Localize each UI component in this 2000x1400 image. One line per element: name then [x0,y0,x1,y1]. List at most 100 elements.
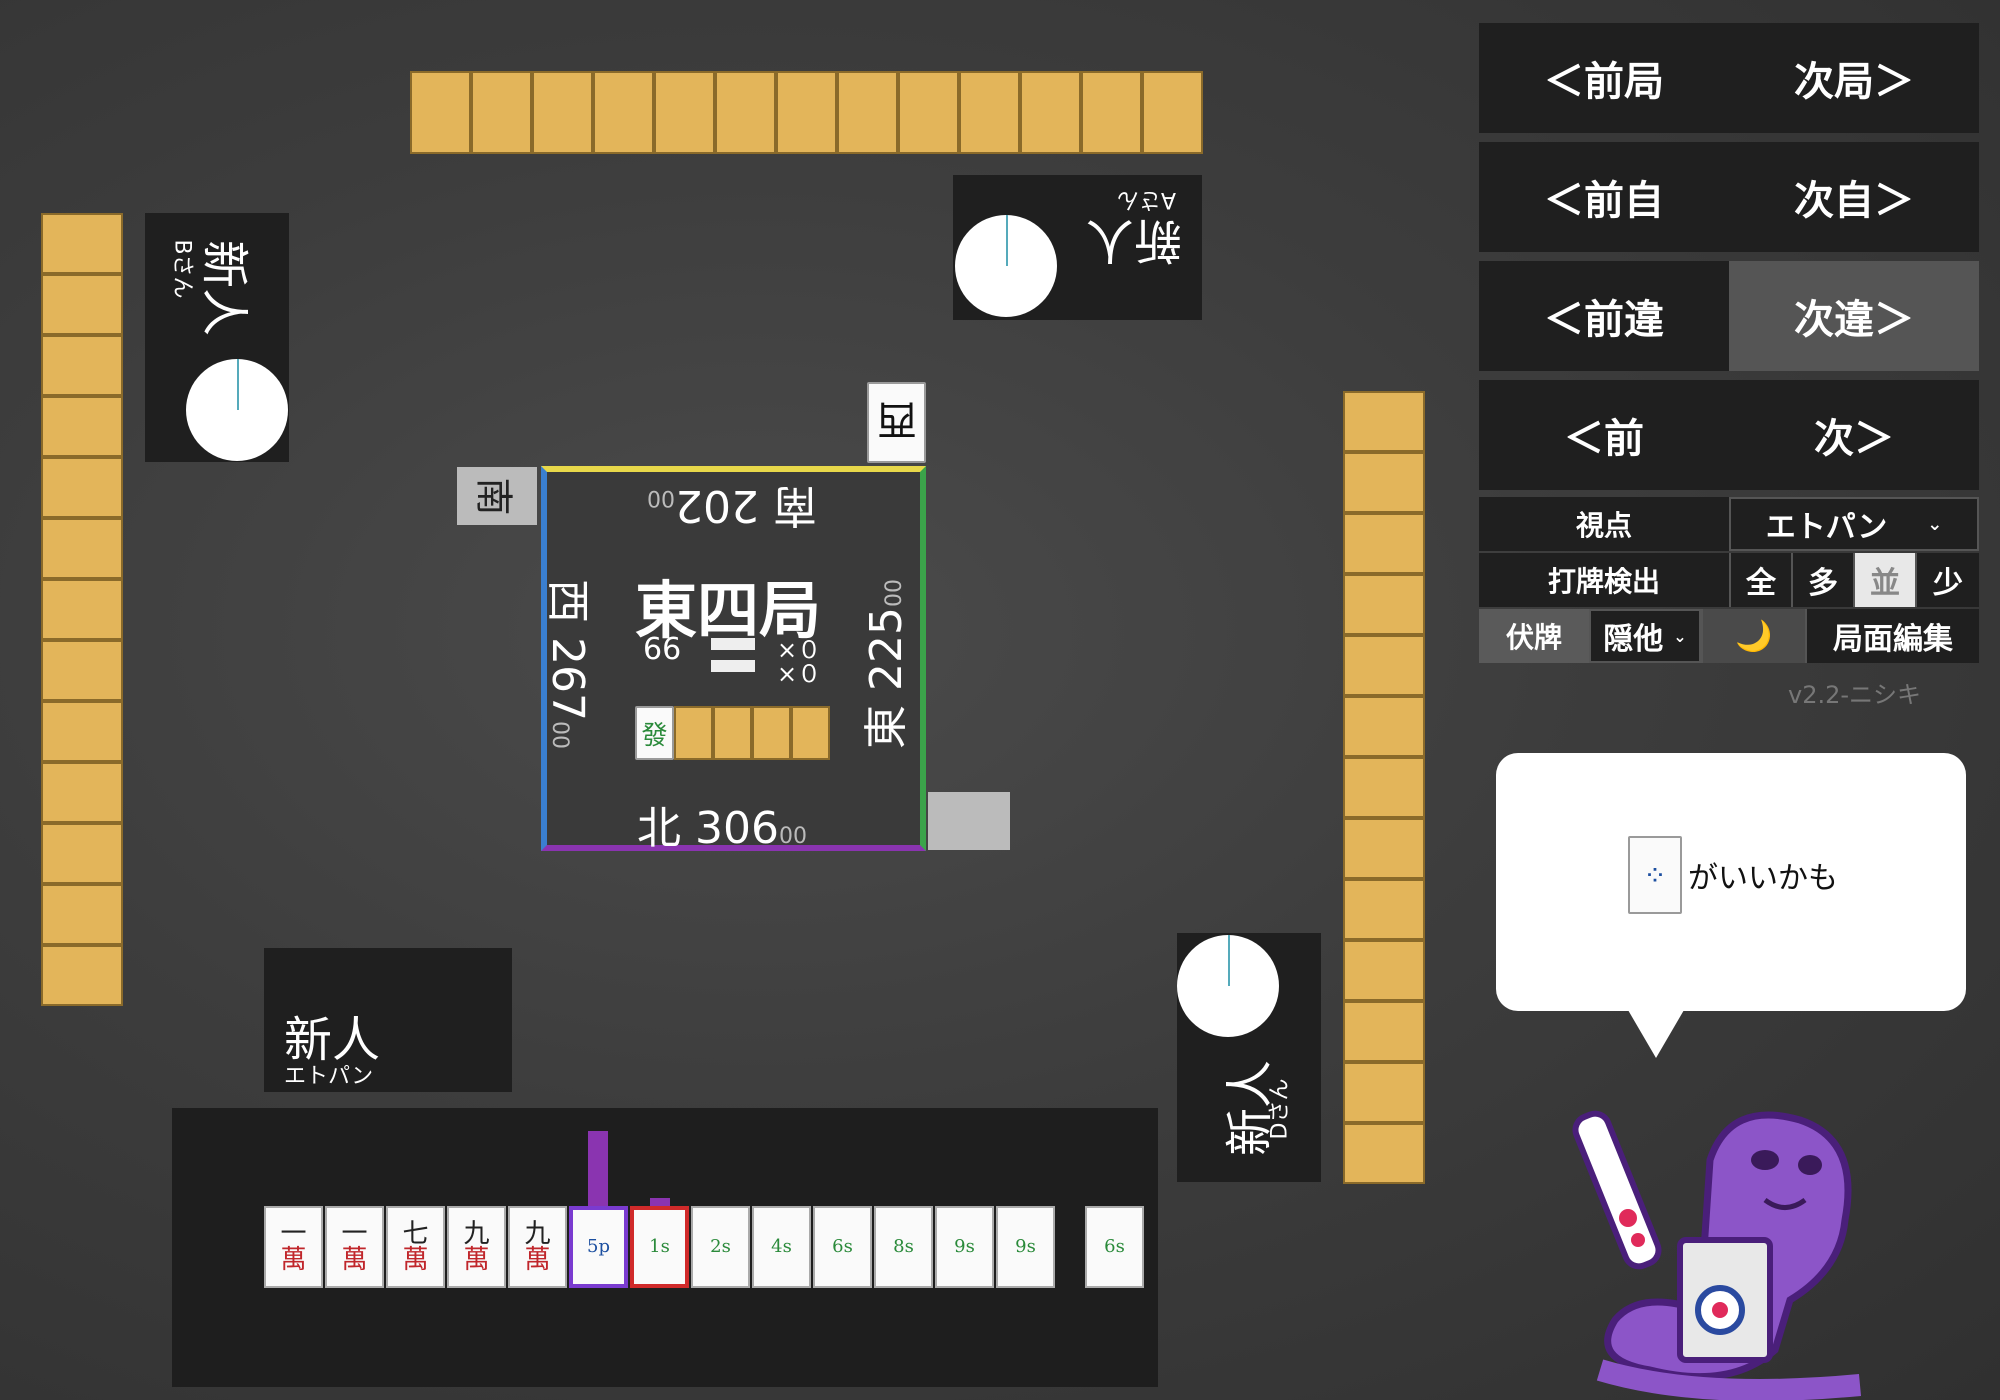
wall-tile [776,71,837,154]
wall-tile [654,71,715,154]
wall-tile [1343,879,1425,940]
wall-tile [41,762,123,823]
round-nav: ＜前局 次局＞ [1479,23,1979,133]
moon-icon[interactable]: 🌙 [1701,609,1805,663]
wall-tile [532,71,593,154]
detect-option-many[interactable]: 多 [1791,553,1853,607]
wall-tile [715,71,776,154]
dealer-indicator [928,792,1010,850]
player-top-timer [955,215,1057,317]
hand-tile[interactable]: 一萬 [264,1206,323,1288]
score-south: 南 20200 [647,480,817,531]
dead-wall-tile [713,706,752,760]
hand-tile[interactable]: 一萬 [325,1206,384,1288]
player-hand: 一萬一萬七萬九萬九萬 5p 1s 2s 4s 6s 8s 9s 9s [264,1206,1057,1288]
drawn-tile[interactable]: 6s [1085,1206,1144,1288]
wall-tile [1343,391,1425,452]
hand-tile[interactable]: 6s [813,1206,872,1288]
wall-tile [1343,940,1425,1001]
prev-button[interactable]: ＜前 [1479,380,1729,490]
wall-tile [1343,635,1425,696]
discard-pointer [588,1131,608,1207]
hand-tile[interactable]: 九萬 [508,1206,567,1288]
detect-label: 打牌検出 [1479,553,1729,607]
player-left-panel: 新人 Bさん [145,213,289,462]
player-top-name: 新人 [1085,212,1182,268]
detect-option-all[interactable]: 全 [1729,553,1791,607]
score-east: 東 22500 [860,579,912,749]
hand-tile[interactable]: 七萬 [386,1206,445,1288]
right-wall [1343,391,1425,1184]
remaining-count: 66 [643,632,682,667]
player-left-name: 新人 [196,239,253,337]
next-round-button[interactable]: 次局＞ [1729,23,1979,133]
hand-tile[interactable]: 9s [996,1206,1055,1288]
hidden-select[interactable]: 隠他 ⌄ [1589,609,1701,663]
wall-tile [1343,696,1425,757]
pin-5-icon: ⁘ [1643,858,1667,892]
player-top-panel: 新人 Aさん [953,175,1202,320]
wall-tile [1343,513,1425,574]
riichi-stick-icon [711,660,755,672]
prev-diff-button[interactable]: ＜前違 [1479,261,1729,371]
wall-tile [1343,1062,1425,1123]
wall-tile [593,71,654,154]
top-seat-marker: 西 [867,382,926,463]
hand-tile[interactable]: 5p [569,1206,628,1288]
step-nav: ＜前 次＞ [1479,380,1979,490]
player-top-sub: Aさん [1116,187,1176,212]
dora-tile: 發 [635,706,674,760]
wall-tile [41,457,123,518]
detect-option-few[interactable]: 少 [1915,553,1979,607]
wall-tile [898,71,959,154]
hand-tile[interactable]: 2s [691,1206,750,1288]
hand-tile[interactable]: 8s [874,1206,933,1288]
hand-tile[interactable]: 九萬 [447,1206,506,1288]
hand-tile[interactable]: 1s [630,1206,689,1288]
player-right-sub: Dさん [1267,1078,1293,1140]
top-wall [410,71,1203,154]
advice-bubble-tail [1628,1010,1684,1058]
hand-tile[interactable]: 4s [752,1206,811,1288]
wall-tile [1020,71,1081,154]
wall-tile [41,823,123,884]
wall-tile [41,640,123,701]
viewpoint-row: 視点 エトパン ⌄ [1479,497,1979,551]
wall-tile [41,884,123,945]
viewpoint-select[interactable]: エトパン ⌄ [1729,497,1979,551]
player-right-panel: 新人 Dさん [1177,933,1321,1182]
south-seat-marker: 南 [457,467,537,525]
mascot-snake-icon [1572,1110,1862,1400]
player-bottom-panel: 新人 エトパン [264,948,512,1092]
wall-tile [41,274,123,335]
center-board: 南 20200 西 26700 東 22500 北 30600 東四局 66 ×… [541,466,926,854]
dora-indicator-row: 發 [635,706,830,760]
left-wall [41,213,123,1006]
score-north: 北 30600 [637,803,807,854]
edit-board-button[interactable]: 局面編集 [1805,609,1979,663]
player-left-timer [186,359,288,461]
prev-round-button[interactable]: ＜前局 [1479,23,1729,133]
prev-self-button[interactable]: ＜前自 [1479,142,1729,252]
viewpoint-label: 視点 [1479,497,1729,551]
wall-tile [41,518,123,579]
hand-tile[interactable]: 9s [935,1206,994,1288]
wall-tile [1343,1001,1425,1062]
detect-row: 打牌検出 全 多 並 少 [1479,553,1979,607]
detect-option-normal[interactable]: 並 [1853,553,1915,607]
wall-tile [410,71,471,154]
advice-text: がいいかも [1688,861,1838,896]
dead-wall-tile [752,706,791,760]
next-diff-button[interactable]: 次違＞ [1729,261,1979,371]
wall-tile [1343,757,1425,818]
next-self-button[interactable]: 次自＞ [1729,142,1979,252]
wall-tile [41,945,123,1006]
score-west: 西 26700 [541,579,593,749]
hidden-tiles-label: 伏牌 [1479,609,1589,663]
dead-wall-tile [674,706,713,760]
wall-tile [41,213,123,274]
dead-wall-tile [791,706,830,760]
self-nav: ＜前自 次自＞ [1479,142,1979,252]
next-button[interactable]: 次＞ [1729,380,1979,490]
wall-tile [1081,71,1142,154]
